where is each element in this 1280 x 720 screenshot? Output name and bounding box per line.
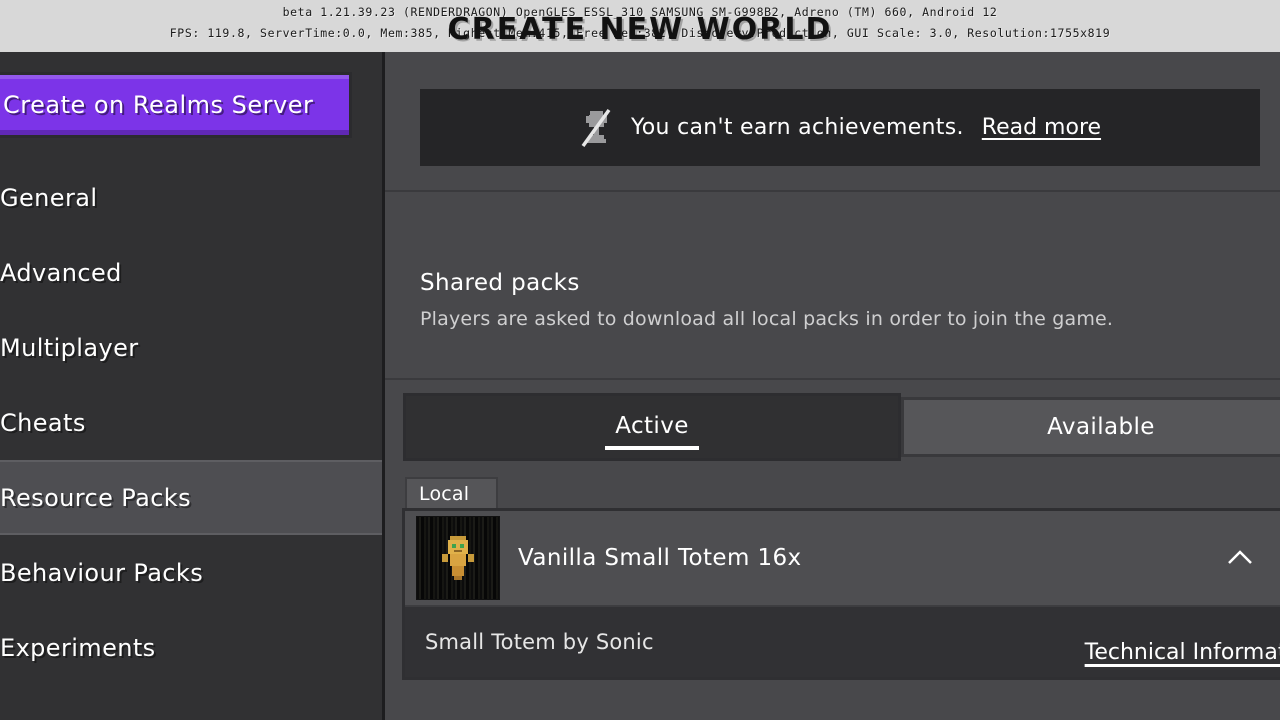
sidebar-item-resource-packs[interactable]: Resource Packs bbox=[0, 460, 382, 535]
pack-tabs: Active Available bbox=[403, 393, 1280, 465]
achievements-banner: You can't earn achievements. Read more bbox=[420, 89, 1260, 166]
shared-packs-description: Players are asked to download all local … bbox=[420, 308, 1114, 330]
page-title: CREATE NEW WORLD bbox=[447, 12, 833, 47]
sidebar-item-label: Resource Packs bbox=[0, 483, 191, 512]
pack-name: Vanilla Small Totem 16x bbox=[518, 545, 802, 571]
tab-active[interactable]: Active bbox=[403, 393, 901, 461]
chevron-up-icon[interactable] bbox=[1226, 548, 1254, 568]
subtab-local[interactable]: Local bbox=[405, 477, 498, 509]
pack-author: Small Totem by Sonic bbox=[425, 630, 654, 654]
sidebar-item-label: Multiplayer bbox=[0, 333, 139, 362]
sidebar-item-label: Behaviour Packs bbox=[0, 558, 204, 587]
sidebar-item-advanced[interactable]: Advanced bbox=[0, 235, 382, 310]
totem-of-undying-thumbnail bbox=[416, 516, 500, 600]
pack-detail-row: Small Totem by Sonic Technical Informati… bbox=[405, 605, 1280, 677]
read-more-link[interactable]: Read more bbox=[982, 115, 1101, 140]
create-on-realms-server-button[interactable]: Create on Realms Server bbox=[0, 72, 352, 138]
create-new-world-screen: beta 1.21.39.23 (RENDERDRAGON) OpenGLES … bbox=[0, 0, 1280, 720]
sidebar-item-general[interactable]: General bbox=[0, 160, 382, 235]
tab-active-indicator bbox=[605, 446, 699, 450]
sidebar-item-multiplayer[interactable]: Multiplayer bbox=[0, 310, 382, 385]
sidebar-item-behaviour-packs[interactable]: Behaviour Packs bbox=[0, 535, 382, 610]
pack-list-item[interactable]: Vanilla Small Totem 16x bbox=[405, 511, 1280, 605]
trophy-disabled-icon bbox=[579, 108, 613, 148]
settings-sidebar: Create on Realms Server General Advanced… bbox=[0, 52, 385, 720]
pack-list: Vanilla Small Totem 16x Small Totem by S… bbox=[402, 508, 1280, 680]
sidebar-item-experiments[interactable]: Experiments bbox=[0, 610, 382, 685]
create-on-realms-server-label: Create on Realms Server bbox=[3, 91, 314, 119]
subtab-label: Local bbox=[419, 483, 470, 505]
sidebar-nav-list: General Advanced Multiplayer Cheats Reso… bbox=[0, 160, 382, 685]
sidebar-item-label: Experiments bbox=[0, 633, 156, 662]
technical-information-link[interactable]: Technical Information bbox=[1085, 640, 1280, 665]
app-body: Create on Realms Server General Advanced… bbox=[0, 52, 1280, 720]
sidebar-item-label: General bbox=[0, 183, 98, 212]
sidebar-item-label: Cheats bbox=[0, 408, 86, 437]
tab-label: Active bbox=[615, 413, 689, 439]
tab-available[interactable]: Available bbox=[901, 397, 1280, 457]
shared-packs-region: Shared packs Players are asked to downlo… bbox=[385, 192, 1280, 380]
tab-label: Available bbox=[1047, 414, 1155, 440]
achievements-message: You can't earn achievements. bbox=[630, 115, 964, 140]
shared-packs-title: Shared packs bbox=[420, 270, 580, 296]
sidebar-item-label: Advanced bbox=[0, 258, 122, 287]
achievements-region: You can't earn achievements. Read more bbox=[385, 52, 1280, 192]
sidebar-item-cheats[interactable]: Cheats bbox=[0, 385, 382, 460]
